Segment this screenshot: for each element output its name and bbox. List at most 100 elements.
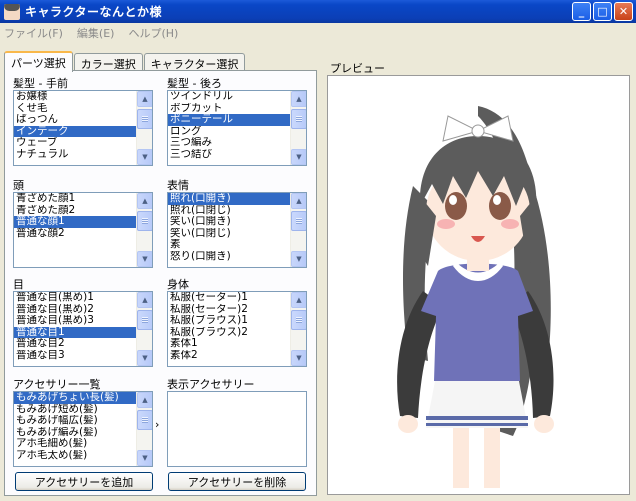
list-items: 青ざめた顔1 青ざめた顔2 普通な顔1 普通な顔2 [14, 193, 136, 239]
scroll-up-icon[interactable]: ▲ [291, 292, 306, 308]
list-item[interactable]: 素体2 [168, 350, 290, 362]
expression-list[interactable]: 照れ(口開き) 照れ(口閉じ) 笑い(口開き) 笑い(口閉じ) 素怒り(口開き) ▲ ▼ [167, 192, 307, 268]
list-item[interactable]: ツインドリル [168, 91, 290, 103]
list-item[interactable]: もみあげ幅広(髪) [14, 415, 136, 427]
vertical-scrollbar[interactable]: ▲ ▼ [136, 91, 152, 165]
list-item[interactable]: アホ毛細め(髪) [14, 438, 136, 450]
menu-edit[interactable]: 編集(E) [77, 25, 115, 41]
add-accessory-button[interactable]: アクセサリーを追加 [15, 472, 153, 491]
scroll-thumb[interactable] [291, 310, 306, 330]
back-hair-label: 髪型 - 後ろ [167, 77, 222, 90]
vertical-scrollbar[interactable]: ▲ ▼ [136, 392, 152, 466]
parts-panel: 髪型 - 手前 お嬢様 くせ毛 ぱっつん インテーク ウェーブ ナチュラル ▲ ▼ 髪型 - … [4, 70, 317, 496]
scroll-up-icon[interactable]: ▲ [137, 392, 152, 408]
list-item[interactable]: 私服(セーター)2 [168, 304, 290, 316]
scroll-down-icon[interactable]: ▼ [291, 251, 306, 267]
list-item[interactable]: ぱっつん [14, 114, 136, 126]
list-item[interactable]: ナチュラル [14, 149, 136, 161]
head-list[interactable]: 青ざめた顔1 青ざめた顔2 普通な顔1 普通な顔2 ▲ ▼ [13, 192, 153, 268]
vertical-scrollbar[interactable]: ▲ ▼ [136, 292, 152, 366]
body-label: 身体 [167, 278, 189, 291]
list-item[interactable]: 三つ編み [168, 137, 290, 149]
list-item[interactable]: 青ざめた顔1 [14, 193, 136, 205]
front-hair-list[interactable]: お嬢様 くせ毛 ぱっつん インテーク ウェーブ ナチュラル ▲ ▼ [13, 90, 153, 166]
scroll-down-icon[interactable]: ▼ [137, 350, 152, 366]
accessory-list[interactable]: もみあげちょい長(髪) もみあげ短め(髪) もみあげ幅広(髪) もみあげ編み(髪) アホ… [13, 391, 153, 467]
menu-help[interactable]: ヘルプ(H) [128, 25, 178, 41]
scroll-thumb[interactable] [291, 211, 306, 231]
list-item[interactable]: 普通な目2 [14, 338, 136, 350]
list-item[interactable]: 照れ(口閉じ) [168, 205, 290, 217]
list-item[interactable]: 笑い(口閉じ) [168, 228, 290, 240]
vertical-scrollbar[interactable]: ▲ ▼ [136, 193, 152, 267]
list-item[interactable]: 普通な目(黒め)1 [14, 292, 136, 304]
tab-colors[interactable]: カラー選択 [73, 53, 143, 71]
list-item[interactable]: ウェーブ [14, 137, 136, 149]
back-hair-list[interactable]: ツインドリル ボブカット ポニーテール ロング 三つ編み 三つ結び ▲ ▼ [167, 90, 307, 166]
list-item[interactable]: 私服(セーター)1 [168, 292, 290, 304]
list-item[interactable]: もみあげ編み(髪) [14, 427, 136, 439]
list-item[interactable]: 照れ(口開き) [168, 193, 290, 205]
list-item[interactable]: 素 [168, 239, 290, 251]
tab-characters[interactable]: キャラクター選択 [143, 53, 246, 71]
list-item[interactable]: 普通な目(黒め)3 [14, 315, 136, 327]
list-item[interactable]: 青ざめた顔2 [14, 205, 136, 217]
list-item[interactable]: 笑い(口開き) [168, 216, 290, 228]
tab-parts[interactable]: パーツ選択 [4, 51, 73, 72]
expression-label: 表情 [167, 179, 189, 192]
list-item[interactable]: お嬢様 [14, 91, 136, 103]
list-items: もみあげちょい長(髪) もみあげ短め(髪) もみあげ幅広(髪) もみあげ編み(髪) アホ… [14, 392, 136, 461]
scroll-down-icon[interactable]: ▼ [291, 149, 306, 165]
vertical-scrollbar[interactable]: ▲ ▼ [290, 292, 306, 366]
close-button[interactable]: ✕ [614, 2, 633, 21]
list-item[interactable]: 三つ結び [168, 149, 290, 161]
scroll-down-icon[interactable]: ▼ [291, 350, 306, 366]
eyes-list[interactable]: 普通な目(黒め)1 普通な目(黒め)2 普通な目(黒め)3 普通な目1 普通な目2 普通な… [13, 291, 153, 367]
list-item[interactable]: ロング [168, 126, 290, 138]
vertical-scrollbar[interactable]: ▲ ▼ [290, 91, 306, 165]
tab-strip: パーツ選択 カラー選択 キャラクター選択 [4, 51, 246, 72]
remove-accessory-button[interactable]: アクセサリーを削除 [168, 472, 306, 491]
list-items: ツインドリル ボブカット ポニーテール ロング 三つ編み 三つ結び [168, 91, 290, 160]
scroll-up-icon[interactable]: ▲ [137, 91, 152, 107]
list-item[interactable]: インテーク [14, 125, 136, 137]
list-item[interactable]: ポニーテール [168, 114, 290, 126]
list-item[interactable]: くせ毛 [14, 103, 136, 115]
scroll-thumb[interactable] [137, 410, 152, 430]
list-item[interactable]: アホ毛太め(髪) [14, 450, 136, 462]
scroll-up-icon[interactable]: ▲ [137, 292, 152, 308]
menu-file[interactable]: ファイル(F) [4, 25, 63, 41]
list-item[interactable]: 私服(ブラウス)2 [168, 327, 290, 339]
scroll-thumb[interactable] [137, 109, 152, 129]
list-item[interactable]: もみあげ短め(髪) [14, 404, 136, 416]
list-item[interactable]: もみあげちょい長(髪) [14, 392, 136, 404]
scroll-thumb[interactable] [137, 310, 152, 330]
preview-area [327, 75, 630, 495]
vertical-scrollbar[interactable]: ▲ ▼ [290, 193, 306, 267]
list-item[interactable]: 私服(ブラウス)1 [168, 315, 290, 327]
scroll-up-icon[interactable]: ▲ [137, 193, 152, 209]
scroll-down-icon[interactable]: ▼ [137, 149, 152, 165]
scroll-up-icon[interactable]: ▲ [291, 193, 306, 209]
window-controls: _ □ ✕ [572, 2, 633, 21]
list-item[interactable]: 素体1 [168, 338, 290, 350]
title-bar[interactable]: キャラクターなんとか様 _ □ ✕ [0, 0, 636, 23]
list-item[interactable]: 普通な顔1 [14, 216, 136, 228]
minimize-button[interactable]: _ [572, 2, 591, 21]
scroll-down-icon[interactable]: ▼ [137, 251, 152, 267]
list-item[interactable]: 怒り(口開き) [168, 251, 290, 263]
scroll-down-icon[interactable]: ▼ [137, 450, 152, 466]
list-item[interactable]: 普通な目3 [14, 350, 136, 362]
list-item[interactable]: 普通な目1 [14, 326, 136, 338]
list-item[interactable]: 普通な目(黒め)2 [14, 304, 136, 316]
list-items: 私服(セーター)1 私服(セーター)2 私服(ブラウス)1 私服(ブラウス)2 素体1 素… [168, 292, 290, 361]
displayed-accessories-list[interactable] [167, 391, 307, 467]
list-item[interactable]: ボブカット [168, 103, 290, 115]
scroll-thumb[interactable] [291, 109, 306, 129]
body-list[interactable]: 私服(セーター)1 私服(セーター)2 私服(ブラウス)1 私服(ブラウス)2 素体1 素… [167, 291, 307, 367]
list-item[interactable]: 普通な顔2 [14, 228, 136, 240]
scroll-up-icon[interactable]: ▲ [291, 91, 306, 107]
scroll-thumb[interactable] [137, 211, 152, 231]
move-arrow: › [155, 418, 160, 431]
maximize-button[interactable]: □ [593, 2, 612, 21]
